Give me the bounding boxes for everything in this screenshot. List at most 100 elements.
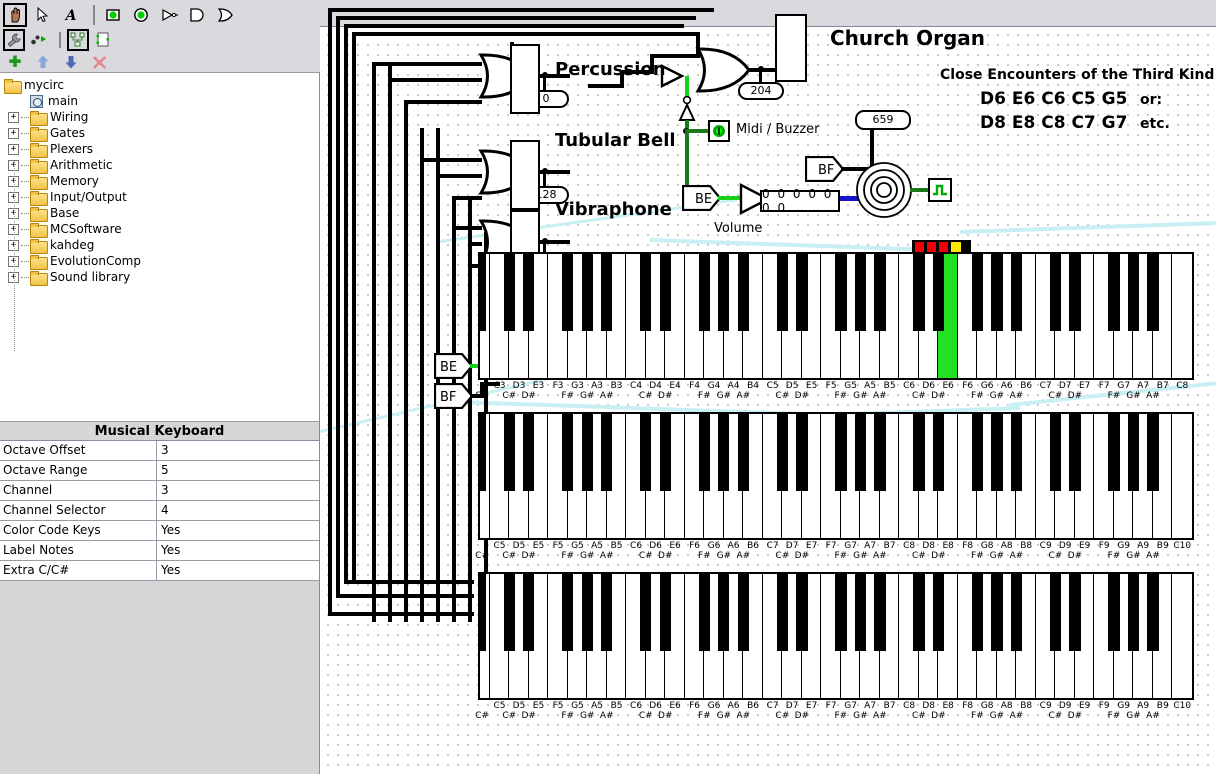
black-key[interactable] bbox=[1147, 414, 1159, 491]
black-key[interactable] bbox=[1127, 574, 1140, 651]
text-tool-button[interactable]: A bbox=[59, 3, 83, 27]
select-tool-button[interactable] bbox=[31, 3, 55, 27]
black-key[interactable] bbox=[1049, 254, 1062, 331]
property-row[interactable]: Label Notes Yes bbox=[0, 541, 319, 561]
tree-root-mycirc[interactable]: mycirc bbox=[0, 77, 319, 94]
black-key[interactable] bbox=[932, 254, 945, 331]
tree-item-gates[interactable]: + Gates bbox=[0, 125, 319, 142]
property-value[interactable]: Yes bbox=[157, 521, 319, 540]
black-key[interactable] bbox=[835, 254, 847, 331]
tree-item-base[interactable]: + Base bbox=[0, 205, 319, 222]
add-button[interactable] bbox=[4, 53, 26, 71]
black-key[interactable] bbox=[913, 414, 925, 491]
black-key[interactable] bbox=[698, 414, 710, 491]
black-key[interactable] bbox=[698, 574, 710, 651]
black-key[interactable] bbox=[913, 254, 925, 331]
property-row[interactable]: Octave Offset 3 bbox=[0, 441, 319, 461]
subcircuit-tool-button[interactable] bbox=[67, 29, 89, 51]
tree-item-main[interactable]: main bbox=[0, 93, 319, 109]
or-gate-tool-button[interactable] bbox=[213, 3, 237, 27]
black-key[interactable] bbox=[796, 574, 808, 651]
black-key[interactable] bbox=[562, 254, 574, 331]
black-key-partial-left[interactable] bbox=[480, 414, 486, 491]
tree-expander-icon[interactable]: + bbox=[8, 127, 19, 139]
black-key[interactable] bbox=[523, 254, 535, 331]
move-down-button[interactable] bbox=[60, 53, 82, 71]
black-key[interactable] bbox=[874, 254, 886, 331]
black-key[interactable] bbox=[601, 574, 613, 651]
black-key[interactable] bbox=[835, 574, 847, 651]
tree-item-wiring[interactable]: + Wiring bbox=[0, 109, 319, 126]
property-row[interactable]: Octave Range 5 bbox=[0, 461, 319, 481]
tree-item-evolutioncomp[interactable]: + EvolutionComp bbox=[0, 253, 319, 270]
black-key[interactable] bbox=[776, 574, 788, 651]
black-key[interactable] bbox=[1108, 414, 1120, 491]
black-key[interactable] bbox=[581, 414, 593, 491]
black-key[interactable] bbox=[1108, 574, 1120, 651]
constant-organ[interactable]: 204 bbox=[738, 82, 784, 100]
black-key[interactable] bbox=[835, 414, 847, 491]
black-key[interactable] bbox=[503, 254, 515, 331]
black-key[interactable] bbox=[1049, 574, 1062, 651]
tree-expander-icon[interactable]: + bbox=[8, 111, 19, 123]
black-key[interactable] bbox=[718, 574, 730, 651]
black-key[interactable] bbox=[1147, 254, 1159, 331]
black-key[interactable] bbox=[737, 254, 749, 331]
property-value[interactable]: 4 bbox=[157, 501, 319, 520]
speaker-component[interactable] bbox=[854, 160, 914, 220]
black-key[interactable] bbox=[503, 574, 515, 651]
black-key[interactable] bbox=[581, 254, 593, 331]
property-value[interactable]: 3 bbox=[157, 481, 319, 500]
black-key[interactable] bbox=[971, 574, 984, 651]
tunnel-be-left[interactable]: BE bbox=[434, 353, 474, 379]
black-key[interactable] bbox=[1069, 414, 1081, 491]
black-key[interactable] bbox=[991, 254, 1003, 331]
black-key[interactable] bbox=[659, 414, 671, 491]
black-key[interactable] bbox=[737, 414, 749, 491]
circuit-canvas[interactable]: 0 128 204 Midi / Buzzer BE BF 659 Volume… bbox=[320, 0, 1216, 774]
keyboard-3[interactable] bbox=[478, 572, 1194, 700]
tree-item-kahdeg[interactable]: + kahdeg bbox=[0, 237, 319, 254]
black-key[interactable] bbox=[659, 574, 671, 651]
color-swatch[interactable] bbox=[951, 242, 961, 252]
property-value[interactable]: Yes bbox=[157, 541, 319, 560]
midi-buzzer-pin[interactable] bbox=[708, 120, 730, 142]
black-key[interactable] bbox=[796, 254, 808, 331]
and-gate-tool-button[interactable] bbox=[185, 3, 209, 27]
property-row[interactable]: Color Code Keys Yes bbox=[0, 521, 319, 541]
black-key[interactable] bbox=[796, 414, 808, 491]
color-swatch[interactable] bbox=[915, 242, 925, 252]
constant-frequency[interactable]: 659 bbox=[855, 110, 911, 130]
keyboard-1[interactable] bbox=[478, 252, 1194, 380]
delete-button[interactable] bbox=[88, 53, 110, 71]
black-key[interactable] bbox=[971, 414, 984, 491]
color-swatch[interactable] bbox=[939, 242, 949, 252]
black-key[interactable] bbox=[1010, 414, 1023, 491]
black-key[interactable] bbox=[640, 574, 652, 651]
property-value[interactable]: Yes bbox=[157, 561, 319, 580]
black-key[interactable] bbox=[1069, 254, 1081, 331]
black-key-partial-left[interactable] bbox=[480, 574, 486, 651]
tree-item-plexers[interactable]: + Plexers bbox=[0, 141, 319, 158]
black-key[interactable] bbox=[854, 574, 867, 651]
clock-component[interactable] bbox=[928, 178, 952, 202]
black-key[interactable] bbox=[659, 254, 671, 331]
tree-item-input-output[interactable]: + Input/Output bbox=[0, 189, 319, 206]
not-gate-tool-button[interactable] bbox=[157, 3, 181, 27]
black-key[interactable] bbox=[698, 254, 710, 331]
property-row[interactable]: Channel Selector 4 bbox=[0, 501, 319, 521]
property-value[interactable]: 3 bbox=[157, 441, 319, 460]
black-key-partial-left[interactable] bbox=[480, 254, 486, 331]
black-key[interactable] bbox=[913, 574, 925, 651]
tree-item-arithmetic[interactable]: + Arithmetic bbox=[0, 157, 319, 174]
black-key[interactable] bbox=[932, 574, 945, 651]
black-key[interactable] bbox=[776, 254, 788, 331]
black-key[interactable] bbox=[1010, 254, 1023, 331]
wrench-tool-button[interactable] bbox=[3, 29, 25, 51]
tunnel-bf-top[interactable]: BF bbox=[805, 156, 845, 182]
tree-item-memory[interactable]: + Memory bbox=[0, 173, 319, 190]
black-key[interactable] bbox=[718, 254, 730, 331]
property-row[interactable]: Channel 3 bbox=[0, 481, 319, 501]
tunnel-be-top[interactable]: BE bbox=[682, 185, 722, 211]
black-key[interactable] bbox=[523, 574, 535, 651]
